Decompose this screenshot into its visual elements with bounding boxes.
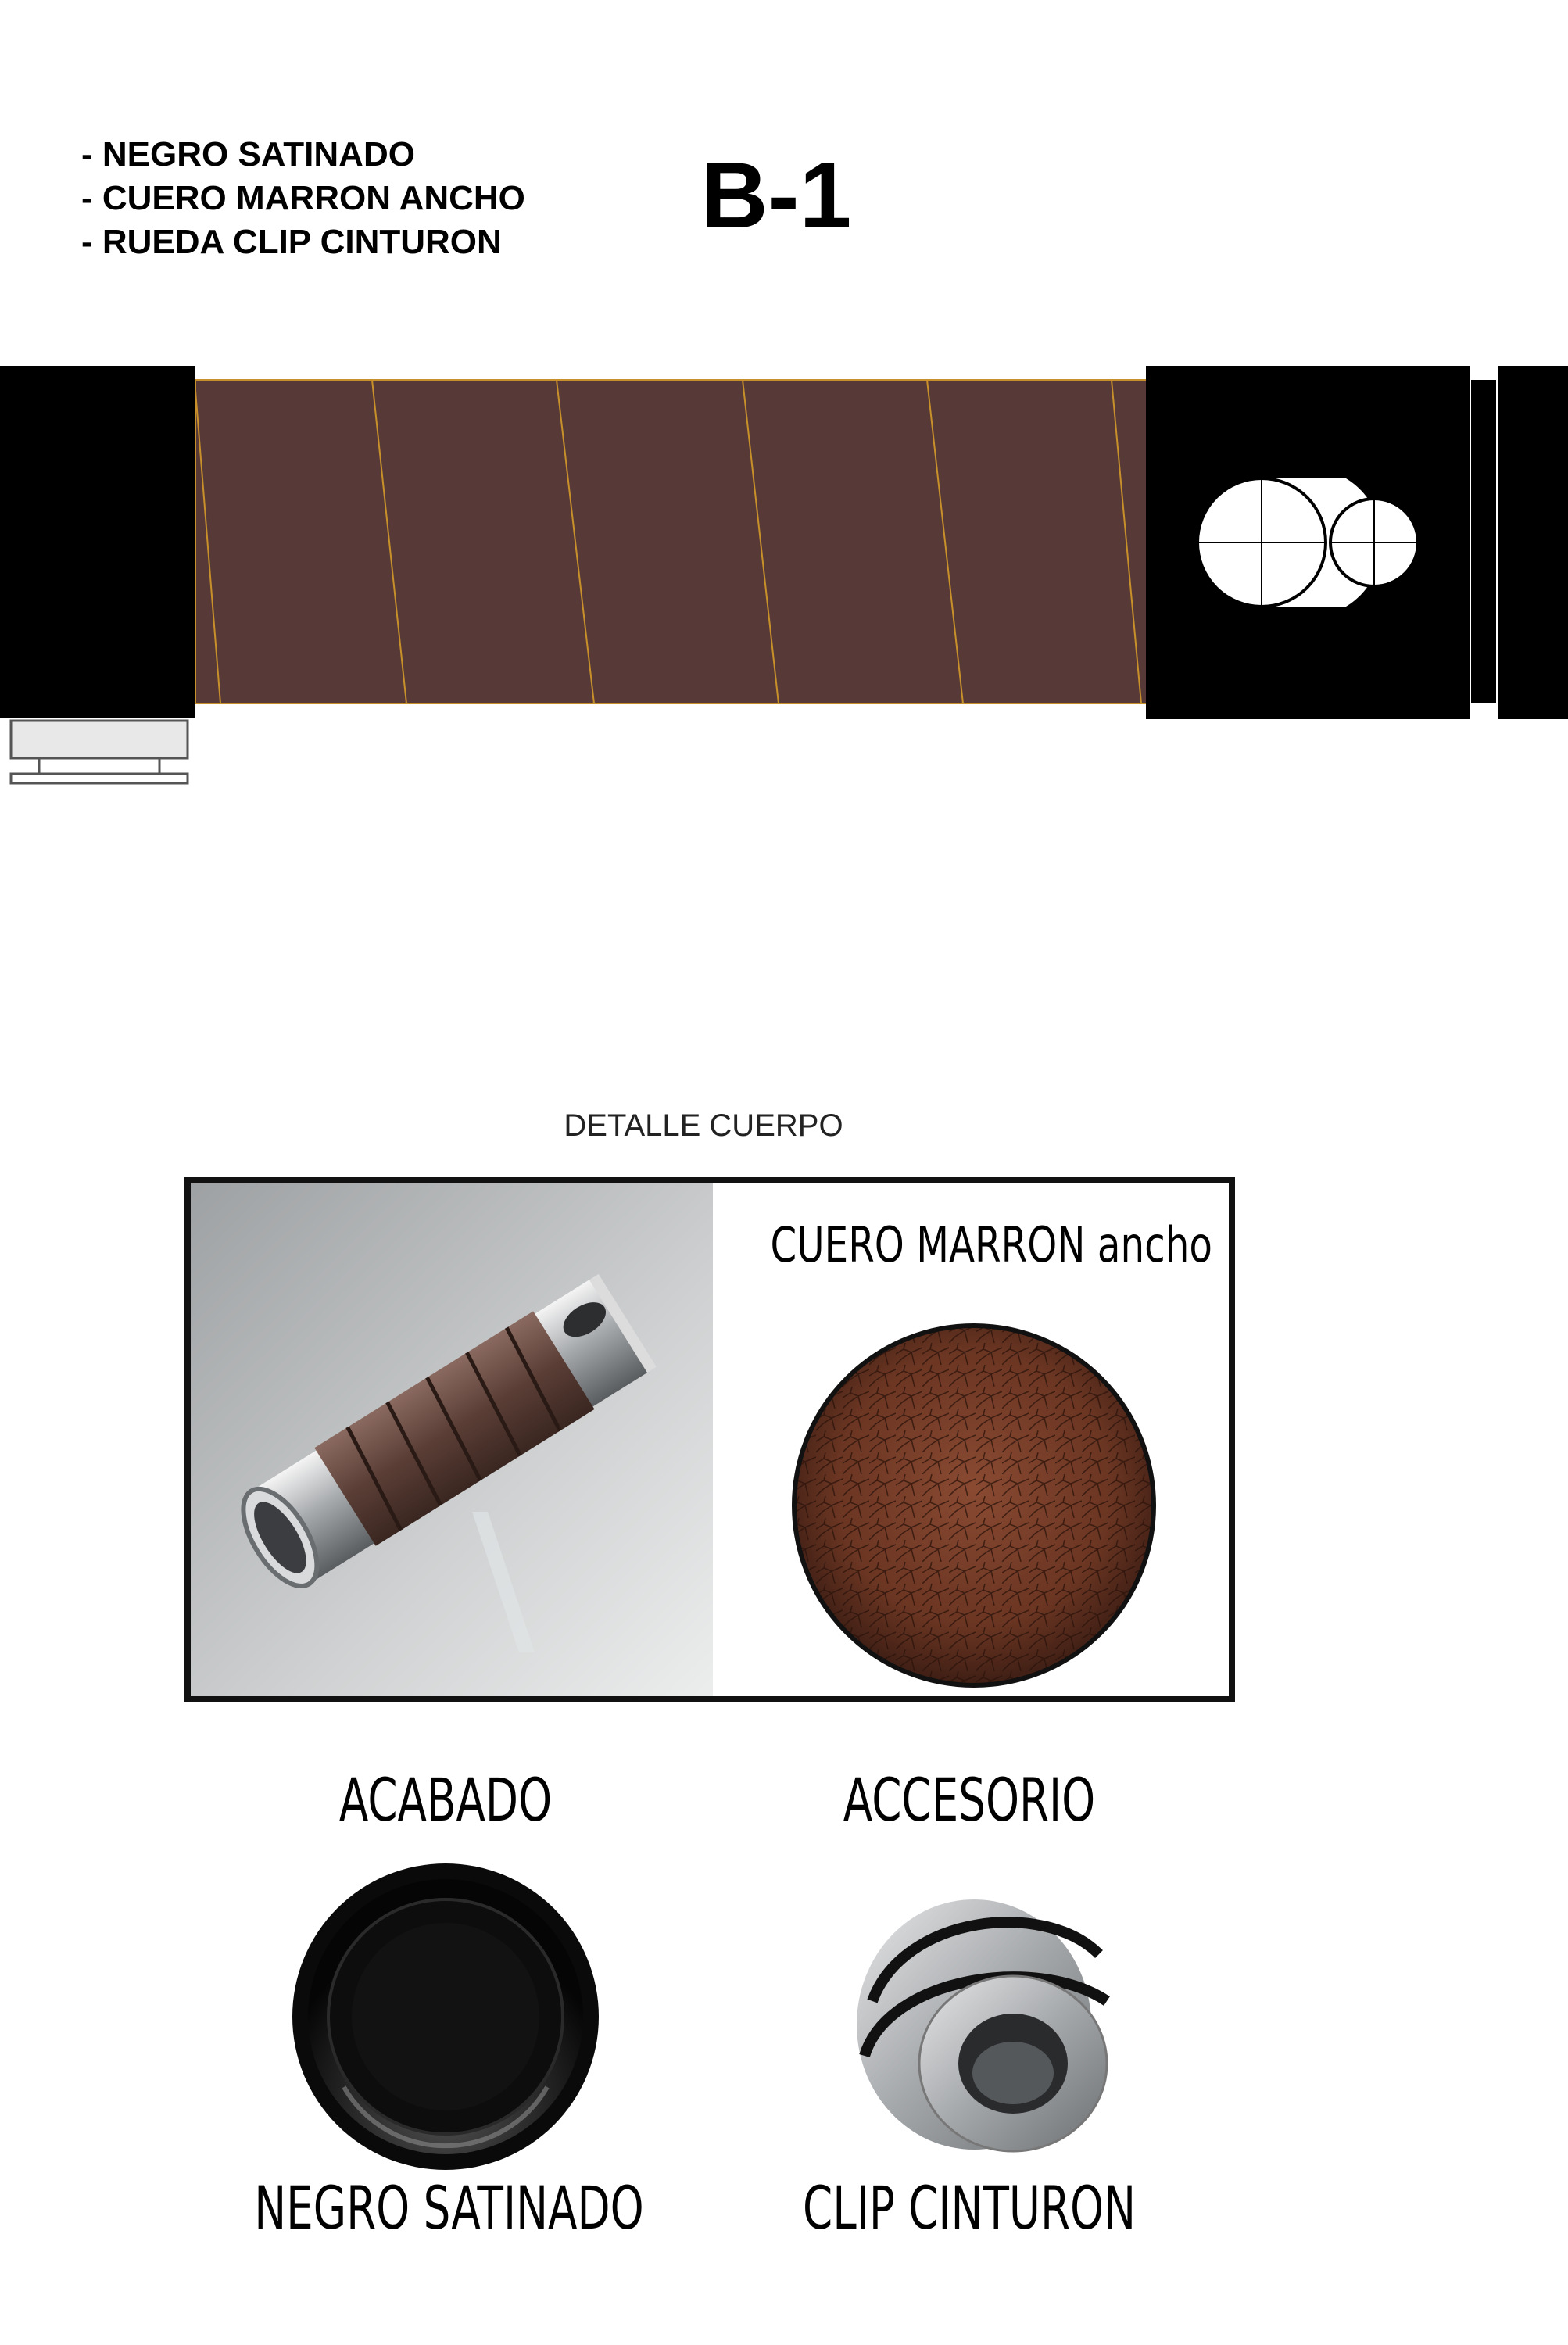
belt-clip-wheel-icon xyxy=(857,1899,1110,2153)
leather-swatch xyxy=(792,1323,1156,1688)
hilt-drawing xyxy=(0,366,1568,785)
accessory-value: CLIP CINTURON xyxy=(802,2173,1136,2243)
leather-grip xyxy=(195,379,1148,704)
model-code: B-1 xyxy=(700,143,852,248)
detail-box: CUERO MARRON ancho xyxy=(184,1177,1235,1702)
pommel-block xyxy=(0,366,195,718)
black-satin-finish-icon xyxy=(292,1863,599,2170)
finish-heading: ACABADO xyxy=(338,1765,553,1835)
finish-value: NEGRO SATINADO xyxy=(254,2173,644,2243)
spec-list: - NEGRO SATINADO - CUERO MARRON ANCHO - … xyxy=(81,133,644,264)
detail-title: DETALLE CUERPO xyxy=(564,1108,843,1143)
leather-label: CUERO MARRON ancho xyxy=(770,1216,1212,1273)
hilt-photo xyxy=(191,1183,713,1696)
spec-item: - RUEDA CLIP CINTURON xyxy=(81,223,502,261)
spec-item: - NEGRO SATINADO xyxy=(81,135,415,174)
spec-item: - CUERO MARRON ANCHO xyxy=(81,179,525,217)
end-cap xyxy=(1498,366,1568,719)
end-ring xyxy=(1471,380,1496,704)
accessory-heading: ACCESORIO xyxy=(843,1765,1096,1835)
clip-wheel-drawing xyxy=(9,719,189,785)
